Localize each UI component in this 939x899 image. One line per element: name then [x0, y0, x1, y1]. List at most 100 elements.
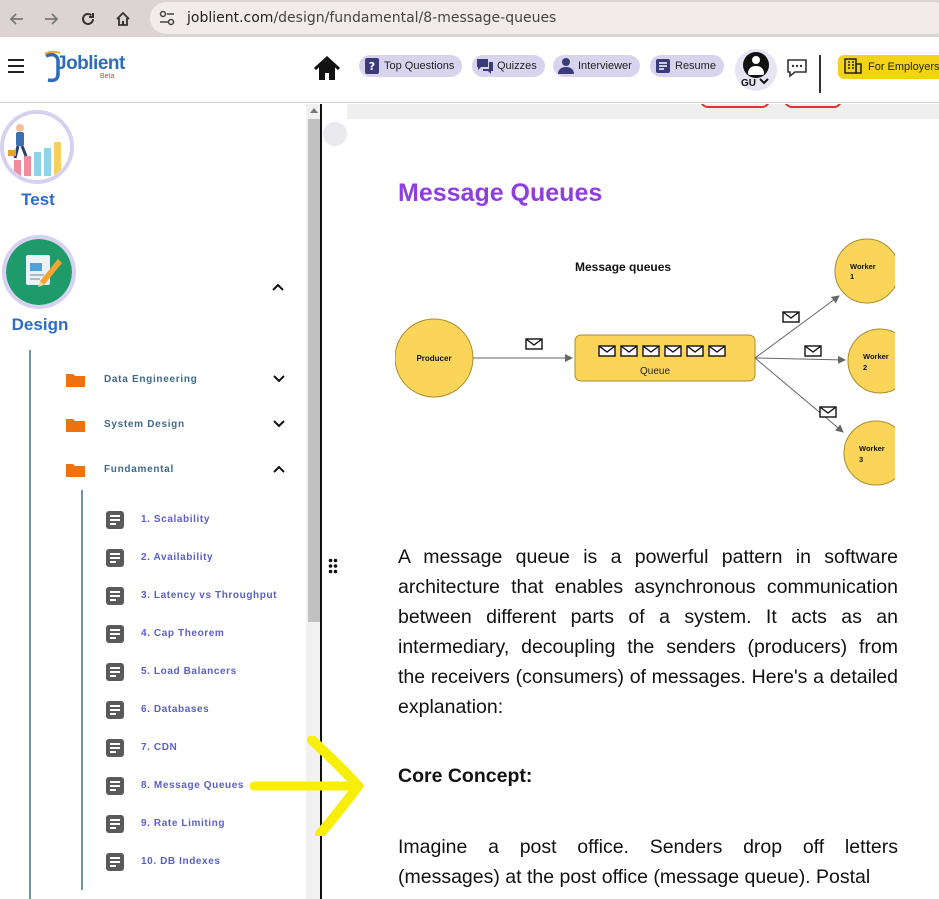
header-divider [819, 55, 821, 93]
question-icon: ? [363, 57, 381, 75]
topic-item[interactable]: 7. CDN [106, 737, 306, 759]
section-data-engineering[interactable]: Data Engineering [66, 369, 290, 391]
scroll-up-arrow-icon[interactable] [310, 108, 318, 113]
nav-interviewer-label: Interviewer [578, 60, 632, 72]
sidebar-scroll-thumb[interactable] [308, 119, 320, 622]
category-test-label: Test [21, 190, 55, 209]
section-fundamental[interactable]: Fundamental [66, 459, 290, 481]
tree-line-design [29, 350, 31, 899]
section-paragraph: Imagine a post office. Senders drop off … [398, 836, 898, 888]
topic-item[interactable]: 6. Databases [106, 699, 306, 721]
user-initials: GU [741, 78, 756, 89]
user-menu-button[interactable]: GU [735, 49, 777, 91]
document-icon [106, 625, 124, 643]
design-pencil-icon [2, 235, 76, 309]
nav-quizzes-button[interactable]: Quizzes [472, 55, 545, 77]
nav-resume-label: Resume [675, 60, 716, 72]
reload-icon[interactable] [75, 6, 101, 32]
document-icon [106, 777, 124, 795]
resize-grip-icon[interactable] [328, 558, 338, 574]
topic-label: 7. CDN [141, 742, 178, 753]
topic-label: 4. Cap Theorem [141, 628, 225, 639]
tree-line-fundamental [81, 490, 83, 890]
topic-label: 10. DB Indexes [141, 856, 221, 867]
for-employers-button[interactable]: For Employers [838, 55, 939, 79]
topic-label: 9. Rate Limiting [141, 818, 226, 829]
topic-label: 3. Latency vs Throughput [141, 590, 278, 601]
resume-icon [654, 57, 672, 75]
section-label: System Design [104, 419, 185, 430]
growth-chart-icon [0, 110, 74, 184]
envelope-icon [804, 345, 822, 357]
worker-2-arrow [754, 355, 846, 364]
url-path: /design/fundamental/8-message-queues [273, 10, 557, 26]
nav-interviewer-button[interactable]: Interviewer [553, 55, 640, 77]
topic-item[interactable]: 2. Availability [106, 547, 306, 569]
topic-item[interactable]: 4. Cap Theorem [106, 623, 306, 645]
document-icon [106, 815, 124, 833]
document-icon [106, 853, 124, 871]
worker-1-node [834, 238, 895, 304]
app-header: Joblient Beta ? Top Questions Quizzes In… [0, 37, 939, 103]
worker-3-number: 3 [859, 455, 863, 464]
document-icon [106, 739, 124, 757]
category-design[interactable]: Design [2, 235, 78, 335]
topic-item[interactable]: 9. Rate Limiting [106, 813, 306, 835]
category-test[interactable]: Test [0, 110, 76, 210]
main-content: Message Queues Message queues Producer Q… [323, 104, 939, 899]
chevron-down-icon[interactable] [272, 418, 286, 430]
sidebar: Test Design Data Engineering System Desi… [0, 104, 322, 899]
intro-paragraph: A message queue is a powerful pattern in… [398, 546, 898, 718]
next-button[interactable] [784, 104, 842, 108]
document-icon [106, 511, 124, 529]
folder-icon [66, 419, 85, 432]
section-heading: Core Concept: [398, 765, 533, 787]
folder-icon [66, 374, 85, 387]
topic-label: 2. Availability [141, 552, 214, 563]
site-settings-icon[interactable] [158, 9, 176, 27]
topic-item[interactable]: 1. Scalability [106, 509, 306, 531]
chevron-down-icon[interactable] [272, 373, 286, 385]
worker-3-node [843, 420, 895, 486]
topic-label: 6. Databases [141, 704, 210, 715]
chat-bubbles-icon [476, 57, 494, 75]
nav-top-questions-button[interactable]: ? Top Questions [359, 55, 463, 77]
producer-label: Producer [416, 354, 451, 363]
address-bar[interactable]: joblient.com/design/fundamental/8-messag… [150, 2, 939, 34]
worker-1-arrow [754, 295, 840, 359]
folder-icon [66, 464, 85, 477]
logo-wordmark: Joblient [56, 53, 125, 74]
chevron-up-icon[interactable] [270, 281, 286, 293]
message-queue-diagram: Message queues Producer Queue Worker 1 W… [395, 238, 895, 486]
worker-1-number: 1 [850, 272, 854, 281]
article-title: Message Queues [398, 179, 603, 207]
site-logo[interactable]: Joblient Beta [42, 50, 125, 86]
previous-button[interactable] [700, 104, 770, 108]
url-domain: joblient.com [187, 10, 274, 26]
forward-arrow-icon[interactable] [38, 6, 64, 32]
topic-item[interactable]: 10. DB Indexes [106, 851, 306, 873]
worker-1-label: Worker [850, 262, 876, 271]
chevron-up-icon[interactable] [272, 463, 286, 475]
back-arrow-icon[interactable] [4, 6, 30, 32]
document-icon [106, 587, 124, 605]
browser-home-icon[interactable] [110, 6, 136, 32]
hamburger-menu-icon[interactable] [8, 59, 24, 77]
worker-2-label: Worker [863, 352, 889, 361]
feedback-chat-icon[interactable] [786, 57, 808, 79]
topic-item[interactable]: 3. Latency vs Throughput [106, 585, 306, 607]
topic-item[interactable]: 5. Load Balancers [106, 661, 306, 683]
worker-3-label: Worker [859, 444, 885, 453]
envelope-icon [782, 311, 800, 323]
avatar-icon [743, 52, 769, 78]
topic-label: 5. Load Balancers [141, 666, 237, 677]
topic-item-active[interactable]: 8. Message Queues [106, 775, 306, 797]
nav-resume-button[interactable]: Resume [650, 55, 724, 77]
content-top-band [347, 104, 939, 119]
topic-label: 1. Scalability [141, 514, 210, 525]
category-design-label: Design [11, 315, 69, 334]
section-label: Fundamental [104, 464, 174, 475]
section-system-design[interactable]: System Design [66, 414, 290, 436]
home-icon[interactable] [312, 54, 342, 84]
panel-toggle-button[interactable] [323, 122, 347, 146]
